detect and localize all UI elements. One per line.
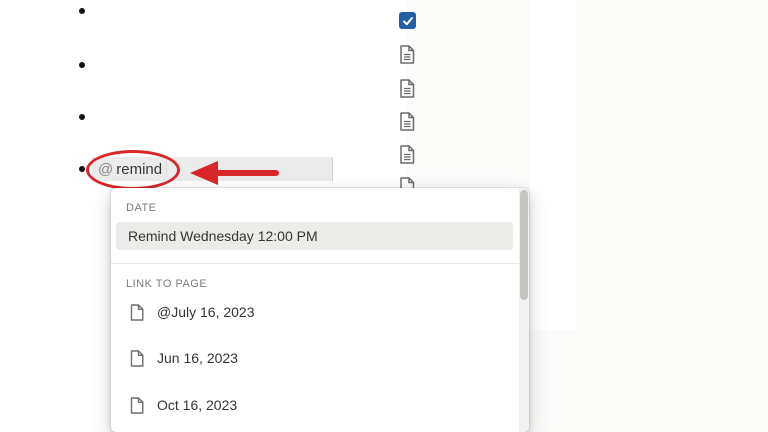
remind-option-label: Remind Wednesday 12:00 PM (128, 228, 318, 244)
page-document-icon[interactable] (399, 112, 415, 131)
remind-option[interactable]: Remind Wednesday 12:00 PM (116, 222, 513, 250)
page-document-icon (130, 396, 144, 414)
menu-scrollbar[interactable] (519, 188, 529, 432)
bullet-point (79, 166, 85, 172)
bullet-point (79, 62, 85, 68)
mention-suggestion-menu: DATE Remind Wednesday 12:00 PM LINK TO P… (111, 188, 529, 432)
bullet-point (79, 114, 85, 120)
checked-checkbox-icon[interactable] (399, 12, 416, 29)
bullet-point (79, 8, 85, 14)
red-highlight-circle (86, 150, 180, 190)
page-link-item[interactable]: @July 16, 2023 (116, 297, 513, 327)
right-panel-edge (530, 0, 576, 330)
red-arrow-left (190, 161, 279, 185)
link-to-page-section-label: LINK TO PAGE (126, 278, 208, 290)
section-divider (111, 263, 519, 264)
page-document-icon[interactable] (399, 145, 415, 164)
scrollbar-thumb[interactable] (520, 190, 528, 300)
page-document-icon[interactable] (399, 79, 415, 98)
page-link-item[interactable]: Jun 16, 2023 (116, 343, 513, 373)
page-document-icon (130, 303, 144, 321)
page-document-icon[interactable] (399, 45, 415, 64)
page-document-icon (130, 349, 144, 367)
date-section-label: DATE (126, 202, 157, 214)
page-link-label: Oct 16, 2023 (157, 397, 238, 413)
page-link-item[interactable]: Oct 16, 2023 (116, 390, 513, 420)
page-link-label: @July 16, 2023 (157, 304, 255, 320)
page-link-label: Jun 16, 2023 (157, 350, 238, 366)
